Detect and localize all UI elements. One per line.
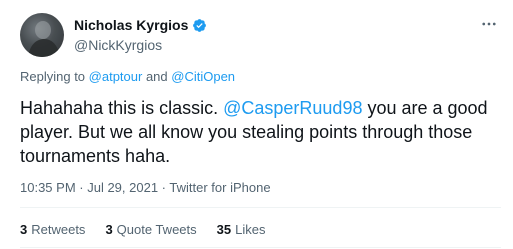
mention-link-citiopen[interactable]: @CitiOpen [171, 69, 235, 84]
quote-tweets-stat[interactable]: 3 Quote Tweets [105, 222, 196, 237]
likes-stat[interactable]: 35 Likes [217, 222, 266, 237]
quote-tweets-label: Quote Tweets [116, 222, 197, 237]
avatar[interactable] [20, 13, 64, 57]
verified-badge-icon [192, 18, 207, 33]
display-name[interactable]: Nicholas Kyrgios [74, 17, 207, 33]
replying-to-joiner: and [142, 69, 172, 84]
tweet-stats: 3 Retweets 3 Quote Tweets 35 Likes [20, 222, 285, 237]
user-handle[interactable]: @NickKyrgios [74, 37, 162, 53]
quote-tweets-count: 3 [105, 222, 113, 237]
divider [20, 247, 501, 248]
tweet-text: Hahahaha this is classic. @CasperRuud98 … [20, 96, 500, 168]
replying-to-prefix: Replying to [20, 69, 89, 84]
replying-to: Replying to @atptour and @CitiOpen [20, 69, 235, 84]
tweet-text-part1: Hahahaha this is classic. [20, 98, 224, 118]
mention-link-atptour[interactable]: @atptour [89, 69, 143, 84]
tweet-source-link[interactable]: Twitter for iPhone [169, 180, 270, 195]
divider [20, 207, 501, 208]
likes-count: 35 [216, 222, 232, 237]
tweet-time[interactable]: 10:35 PM [20, 180, 76, 195]
tweet-time-link[interactable]: 10:35 PM · Jul 29, 2021 [20, 180, 158, 195]
likes-label: Likes [235, 222, 266, 237]
mention-link-casperruud[interactable]: @CasperRuud98 [223, 98, 362, 118]
meta-separator: · [158, 180, 170, 195]
retweets-count: 3 [20, 222, 28, 237]
more-options-icon[interactable] [477, 12, 501, 36]
tweet-meta: 10:35 PM · Jul 29, 2021 · Twitter for iP… [20, 180, 271, 195]
meta-separator: · [75, 180, 88, 195]
retweets-stat[interactable]: 3 Retweets [20, 222, 85, 237]
retweets-label: Retweets [31, 222, 86, 237]
tweet-date[interactable]: Jul 29, 2021 [87, 180, 158, 195]
tweet-card: Nicholas Kyrgios @NickKyrgios Replying t… [0, 0, 513, 249]
display-name-text[interactable]: Nicholas Kyrgios [74, 17, 188, 33]
